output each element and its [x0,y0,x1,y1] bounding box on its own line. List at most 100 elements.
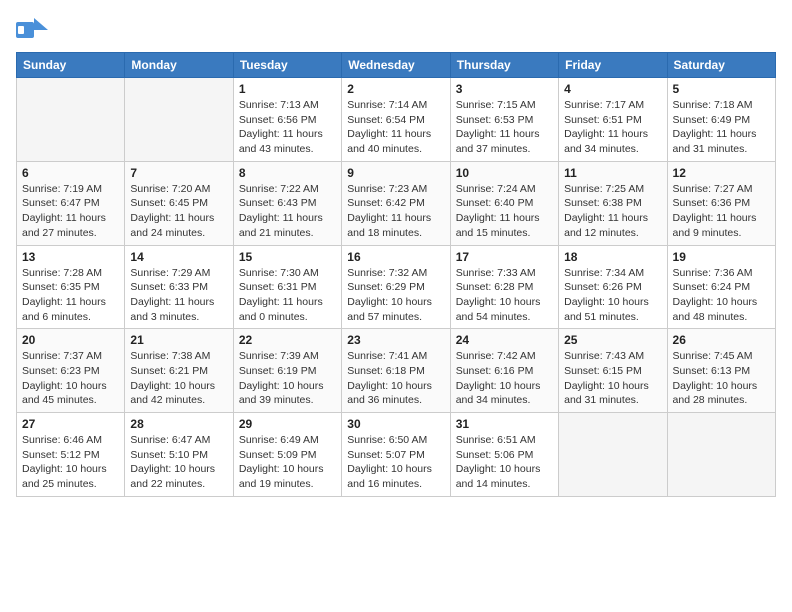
calendar-cell: 11 Sunrise: 7:25 AM Sunset: 6:38 PM Dayli… [559,161,667,245]
calendar-cell [559,413,667,497]
day-number: 12 [673,166,770,180]
calendar-cell [17,78,125,162]
calendar-cell: 3 Sunrise: 7:15 AM Sunset: 6:53 PM Daylig… [450,78,558,162]
day-info: Sunrise: 7:27 AM Sunset: 6:36 PM Dayligh… [673,182,770,241]
calendar-cell: 27 Sunrise: 6:46 AM Sunset: 5:12 PM Dayli… [17,413,125,497]
calendar-cell: 31 Sunrise: 6:51 AM Sunset: 5:06 PM Dayli… [450,413,558,497]
week-row-3: 20 Sunrise: 7:37 AM Sunset: 6:23 PM Dayli… [17,329,776,413]
weekday-thursday: Thursday [450,53,558,78]
calendar-cell: 13 Sunrise: 7:28 AM Sunset: 6:35 PM Dayli… [17,245,125,329]
day-info: Sunrise: 7:38 AM Sunset: 6:21 PM Dayligh… [130,349,227,408]
day-number: 2 [347,82,444,96]
week-row-1: 6 Sunrise: 7:19 AM Sunset: 6:47 PM Daylig… [17,161,776,245]
day-info: Sunrise: 7:45 AM Sunset: 6:13 PM Dayligh… [673,349,770,408]
day-info: Sunrise: 7:18 AM Sunset: 6:49 PM Dayligh… [673,98,770,157]
day-info: Sunrise: 7:39 AM Sunset: 6:19 PM Dayligh… [239,349,336,408]
day-number: 15 [239,250,336,264]
calendar-cell: 28 Sunrise: 6:47 AM Sunset: 5:10 PM Dayli… [125,413,233,497]
day-info: Sunrise: 7:37 AM Sunset: 6:23 PM Dayligh… [22,349,119,408]
day-number: 27 [22,417,119,431]
day-info: Sunrise: 7:15 AM Sunset: 6:53 PM Dayligh… [456,98,553,157]
day-number: 29 [239,417,336,431]
day-number: 21 [130,333,227,347]
day-info: Sunrise: 7:28 AM Sunset: 6:35 PM Dayligh… [22,266,119,325]
calendar-cell: 10 Sunrise: 7:24 AM Sunset: 6:40 PM Dayli… [450,161,558,245]
day-info: Sunrise: 7:24 AM Sunset: 6:40 PM Dayligh… [456,182,553,241]
calendar-cell: 17Sunrise: 7:33 AM Sunset: 6:28 PM Dayli… [450,245,558,329]
day-number: 19 [673,250,770,264]
calendar-cell: 26Sunrise: 7:45 AM Sunset: 6:13 PM Dayli… [667,329,775,413]
calendar-cell: 9 Sunrise: 7:23 AM Sunset: 6:42 PM Daylig… [342,161,450,245]
day-number: 13 [22,250,119,264]
day-number: 24 [456,333,553,347]
calendar-cell: 6 Sunrise: 7:19 AM Sunset: 6:47 PM Daylig… [17,161,125,245]
week-row-2: 13 Sunrise: 7:28 AM Sunset: 6:35 PM Dayli… [17,245,776,329]
day-number: 9 [347,166,444,180]
day-number: 14 [130,250,227,264]
logo [16,16,52,44]
day-info: Sunrise: 6:47 AM Sunset: 5:10 PM Dayligh… [130,433,227,492]
day-info: Sunrise: 6:49 AM Sunset: 5:09 PM Dayligh… [239,433,336,492]
weekday-monday: Monday [125,53,233,78]
weekday-header-row: SundayMondayTuesdayWednesdayThursdayFrid… [17,53,776,78]
page-header [16,16,776,44]
day-number: 1 [239,82,336,96]
calendar-cell: 16 Sunrise: 7:32 AM Sunset: 6:29 PM Dayli… [342,245,450,329]
day-info: Sunrise: 6:51 AM Sunset: 5:06 PM Dayligh… [456,433,553,492]
calendar-cell: 15 Sunrise: 7:30 AM Sunset: 6:31 PM Dayli… [233,245,341,329]
weekday-saturday: Saturday [667,53,775,78]
day-info: Sunrise: 7:30 AM Sunset: 6:31 PM Dayligh… [239,266,336,325]
day-info: Sunrise: 7:23 AM Sunset: 6:42 PM Dayligh… [347,182,444,241]
calendar-cell: 18 Sunrise: 7:34 AM Sunset: 6:26 PM Dayli… [559,245,667,329]
day-info: Sunrise: 7:32 AM Sunset: 6:29 PM Dayligh… [347,266,444,325]
calendar-cell: 21 Sunrise: 7:38 AM Sunset: 6:21 PM Dayli… [125,329,233,413]
calendar-cell: 30Sunrise: 6:50 AM Sunset: 5:07 PM Dayli… [342,413,450,497]
day-info: Sunrise: 7:25 AM Sunset: 6:38 PM Dayligh… [564,182,661,241]
day-info: Sunrise: 7:34 AM Sunset: 6:26 PM Dayligh… [564,266,661,325]
calendar-cell: 25Sunrise: 7:43 AM Sunset: 6:15 PM Dayli… [559,329,667,413]
calendar-cell: 23Sunrise: 7:41 AM Sunset: 6:18 PM Dayli… [342,329,450,413]
calendar-cell: 29 Sunrise: 6:49 AM Sunset: 5:09 PM Dayli… [233,413,341,497]
day-number: 4 [564,82,661,96]
day-info: Sunrise: 7:17 AM Sunset: 6:51 PM Dayligh… [564,98,661,157]
day-info: Sunrise: 7:42 AM Sunset: 6:16 PM Dayligh… [456,349,553,408]
day-number: 28 [130,417,227,431]
calendar-cell [125,78,233,162]
day-number: 18 [564,250,661,264]
day-info: Sunrise: 7:20 AM Sunset: 6:45 PM Dayligh… [130,182,227,241]
day-info: Sunrise: 6:46 AM Sunset: 5:12 PM Dayligh… [22,433,119,492]
calendar-cell: 1 Sunrise: 7:13 AM Sunset: 6:56 PM Daylig… [233,78,341,162]
weekday-sunday: Sunday [17,53,125,78]
calendar-cell: 20 Sunrise: 7:37 AM Sunset: 6:23 PM Dayli… [17,329,125,413]
calendar-cell: 24 Sunrise: 7:42 AM Sunset: 6:16 PM Dayli… [450,329,558,413]
day-info: Sunrise: 7:29 AM Sunset: 6:33 PM Dayligh… [130,266,227,325]
calendar: SundayMondayTuesdayWednesdayThursdayFrid… [16,52,776,497]
day-number: 20 [22,333,119,347]
day-number: 3 [456,82,553,96]
day-number: 11 [564,166,661,180]
logo-icon [16,16,48,44]
day-number: 25 [564,333,661,347]
weekday-friday: Friday [559,53,667,78]
calendar-cell: 4 Sunrise: 7:17 AM Sunset: 6:51 PM Daylig… [559,78,667,162]
week-row-0: 1 Sunrise: 7:13 AM Sunset: 6:56 PM Daylig… [17,78,776,162]
day-info: Sunrise: 7:33 AM Sunset: 6:28 PM Dayligh… [456,266,553,325]
day-number: 7 [130,166,227,180]
day-info: Sunrise: 7:19 AM Sunset: 6:47 PM Dayligh… [22,182,119,241]
day-number: 16 [347,250,444,264]
weekday-tuesday: Tuesday [233,53,341,78]
day-number: 23 [347,333,444,347]
day-info: Sunrise: 7:14 AM Sunset: 6:54 PM Dayligh… [347,98,444,157]
calendar-cell: 8Sunrise: 7:22 AM Sunset: 6:43 PM Daylig… [233,161,341,245]
day-info: Sunrise: 7:13 AM Sunset: 6:56 PM Dayligh… [239,98,336,157]
day-number: 22 [239,333,336,347]
day-number: 10 [456,166,553,180]
day-info: Sunrise: 7:22 AM Sunset: 6:43 PM Dayligh… [239,182,336,241]
week-row-4: 27 Sunrise: 6:46 AM Sunset: 5:12 PM Dayli… [17,413,776,497]
day-number: 6 [22,166,119,180]
calendar-cell: 5Sunrise: 7:18 AM Sunset: 6:49 PM Daylig… [667,78,775,162]
day-number: 30 [347,417,444,431]
day-number: 31 [456,417,553,431]
day-info: Sunrise: 7:36 AM Sunset: 6:24 PM Dayligh… [673,266,770,325]
calendar-cell: 22 Sunrise: 7:39 AM Sunset: 6:19 PM Dayli… [233,329,341,413]
